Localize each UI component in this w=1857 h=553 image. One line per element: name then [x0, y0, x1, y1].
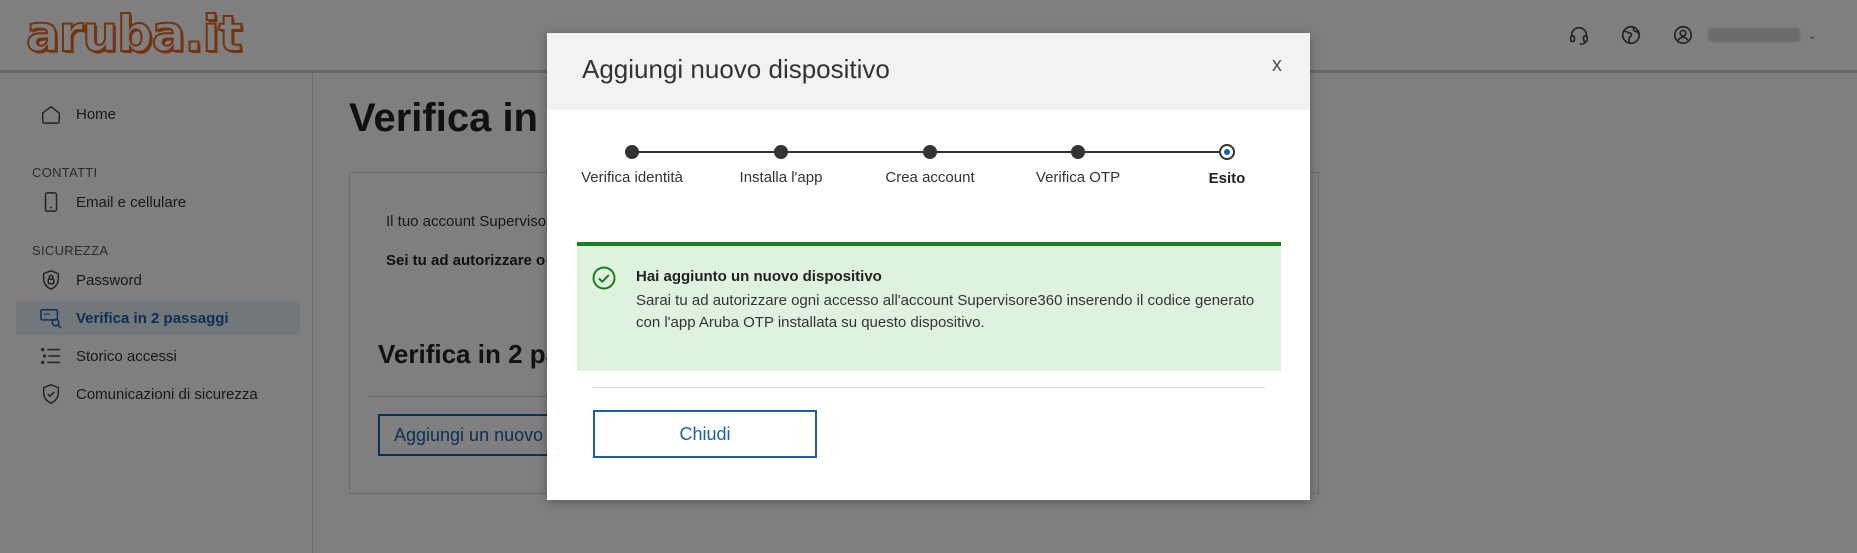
close-button[interactable]: Chiudi: [593, 410, 817, 458]
add-device-modal: Aggiungi nuovo dispositivo x Verifica id…: [547, 33, 1310, 500]
modal-header: Aggiungi nuovo dispositivo x: [547, 33, 1310, 110]
alert-body: Sarai tu ad autorizzare ogni accesso all…: [636, 292, 1255, 331]
stepper: Verifica identità Installa l'app Crea ac…: [547, 143, 1310, 203]
step-dot: [774, 145, 788, 159]
step-1: Verifica identità: [557, 143, 707, 186]
close-icon[interactable]: x: [1266, 53, 1288, 78]
modal-title: Aggiungi nuovo dispositivo: [582, 54, 890, 84]
step-dot: [625, 145, 639, 159]
step-label: Verifica OTP: [1035, 169, 1121, 186]
step-4: Verifica OTP: [1003, 143, 1153, 186]
alert-title: Hai aggiunto un nuovo dispositivo: [636, 268, 882, 285]
step-label: Esito: [1208, 170, 1246, 187]
success-alert: Hai aggiunto un nuovo dispositivo Sarai …: [577, 242, 1281, 371]
check-circle-icon: [592, 266, 616, 290]
step-label: Installa l'app: [739, 169, 823, 186]
step-dot: [1071, 145, 1085, 159]
step-2: Installa l'app: [706, 143, 856, 186]
step-label: Verifica identità: [581, 169, 683, 186]
step-dot-current: [1219, 144, 1235, 160]
modal-divider: [593, 387, 1265, 388]
step-dot: [923, 145, 937, 159]
step-3: Crea account: [855, 143, 1005, 186]
step-label: Crea account: [885, 169, 975, 186]
step-5-current: Esito: [1152, 143, 1302, 187]
